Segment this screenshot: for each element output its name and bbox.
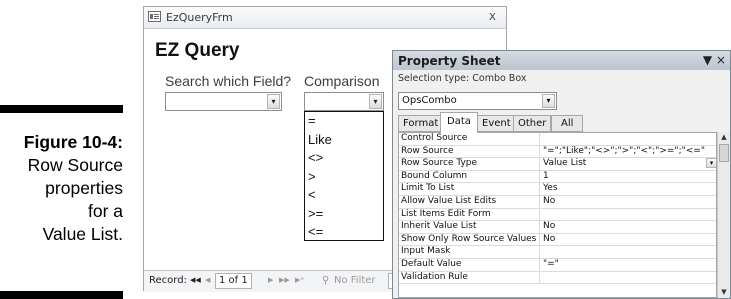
field-combo[interactable]: ▾ (165, 92, 282, 111)
caption-line: Value List. (42, 224, 123, 244)
scroll-down-icon[interactable]: ▼ (718, 287, 730, 298)
caption-line: Row Source (27, 155, 123, 175)
property-name: Inherit Value List (401, 221, 477, 232)
property-row[interactable]: Show Only Row Source Values No (399, 233, 716, 247)
next-record-button[interactable]: ▶ (268, 276, 273, 284)
caption-top-bar (0, 105, 123, 113)
caption-line: for a (87, 201, 123, 221)
tab-all[interactable]: All (551, 115, 584, 132)
property-row[interactable]: Inherit Value List No (399, 221, 716, 234)
property-sheet-title: Property Sheet (398, 54, 501, 68)
record-position-input[interactable]: 1 of 1 (215, 273, 252, 289)
property-grid: Control Source Row Source "=";"Like";"<>"… (398, 132, 717, 298)
property-sheet-header[interactable]: Property Sheet ▼ × (393, 51, 730, 70)
object-selector-value: OpsCombo (402, 95, 457, 106)
form-titlebar[interactable]: EzQueryFrm x (144, 7, 506, 29)
property-value[interactable] (539, 133, 716, 145)
pane-controls-icon[interactable]: ▼ × (703, 53, 726, 67)
property-grid-scrollbar[interactable]: ▲ ▼ (717, 132, 730, 298)
property-name: Control Source (401, 133, 468, 143)
property-sheet-pane: Property Sheet ▼ × Selection type: Combo… (392, 50, 731, 299)
property-row[interactable]: Bound Column 1 (399, 170, 716, 184)
figure-caption: Figure 10-4: Row Source properties for a… (0, 131, 123, 246)
dropdown-option[interactable]: = (305, 112, 383, 131)
tab-format[interactable]: Format (398, 115, 444, 132)
property-value[interactable]: Yes (539, 183, 716, 195)
property-value-cell[interactable]: Value List ▾ (539, 158, 716, 170)
caption-line: properties (45, 178, 123, 198)
new-record-button[interactable]: ▶* (295, 276, 304, 284)
caption-bottom-bar (0, 291, 123, 299)
property-value[interactable]: "=";"Like";"<>";">";"<";">=";"<=" (539, 145, 716, 158)
property-row[interactable]: Row Source "=";"Like";"<>";">";"<";">=";"… (399, 145, 716, 159)
selection-type-label: Selection type: Combo Box (398, 73, 527, 84)
comparison-dropdown-list: = Like <> > < >= <= (304, 111, 384, 241)
funnel-icon: ⚲ (322, 275, 330, 286)
last-record-button[interactable]: ▶▶ (279, 276, 290, 284)
property-value[interactable]: "=" (539, 258, 716, 271)
property-name: Row Source Type (401, 158, 478, 169)
property-name: Bound Column (401, 170, 468, 181)
dropdown-option[interactable]: > (305, 168, 383, 187)
property-value[interactable]: 1 (539, 170, 716, 183)
tab-event[interactable]: Event (477, 115, 516, 132)
property-row[interactable]: Validation Rule (399, 271, 716, 285)
property-row[interactable]: Control Source (399, 133, 716, 146)
figure-number: Figure 10-4: (23, 132, 123, 152)
property-name: Show Only Row Source Values (401, 233, 536, 244)
property-value[interactable]: No (539, 221, 716, 233)
property-row[interactable]: List Items Edit Form (399, 208, 716, 222)
dropdown-option[interactable]: >= (305, 205, 383, 224)
close-icon[interactable]: x (489, 9, 496, 23)
no-filter-button[interactable]: No Filter (334, 275, 376, 286)
property-value[interactable] (539, 271, 716, 284)
scroll-thumb[interactable] (719, 144, 729, 162)
form-icon (148, 11, 161, 22)
chevron-down-icon[interactable]: ▾ (369, 94, 382, 109)
property-name: Limit To List (401, 183, 455, 194)
dropdown-option[interactable]: Like (305, 131, 383, 150)
property-name: Allow Value List Edits (401, 195, 497, 206)
form-heading: EZ Query (155, 40, 240, 61)
field-label: Search which Field? (165, 73, 292, 89)
tab-other[interactable]: Other (513, 115, 552, 132)
property-value[interactable] (539, 246, 716, 258)
comparison-label: Comparison (304, 73, 380, 89)
chevron-down-icon[interactable]: ▾ (706, 158, 716, 169)
first-record-button[interactable]: ◀◀ (190, 276, 201, 284)
object-selector-combo[interactable]: OpsCombo ▾ (398, 92, 557, 110)
property-name: Validation Rule (401, 271, 468, 282)
chevron-down-icon[interactable]: ▾ (267, 94, 280, 109)
property-row[interactable]: Default Value "=" (399, 258, 716, 272)
property-value: Value List (543, 158, 587, 169)
scroll-up-icon[interactable]: ▲ (718, 132, 730, 143)
dropdown-option[interactable]: < (305, 186, 383, 205)
property-value[interactable]: No (539, 195, 716, 208)
property-row[interactable]: Row Source Type Value List ▾ (399, 158, 716, 171)
property-row[interactable]: Limit To List Yes (399, 183, 716, 196)
dropdown-option[interactable]: <= (305, 223, 383, 242)
property-name: List Items Edit Form (401, 208, 491, 219)
property-name: Default Value (401, 258, 462, 269)
property-value[interactable] (539, 208, 716, 221)
comparison-combo[interactable]: ▾ (304, 92, 384, 111)
property-row[interactable]: Input Mask (399, 246, 716, 259)
property-name: Row Source (401, 145, 454, 156)
record-label: Record: (149, 275, 187, 286)
dropdown-option[interactable]: <> (305, 149, 383, 168)
property-value[interactable]: No (539, 233, 716, 246)
chevron-down-icon[interactable]: ▾ (542, 94, 555, 108)
tab-data[interactable]: Data (440, 112, 478, 133)
form-title: EzQueryFrm (166, 11, 233, 24)
property-row[interactable]: Allow Value List Edits No (399, 195, 716, 209)
prev-record-button[interactable]: ◀ (205, 276, 210, 284)
property-name: Input Mask (401, 246, 451, 257)
